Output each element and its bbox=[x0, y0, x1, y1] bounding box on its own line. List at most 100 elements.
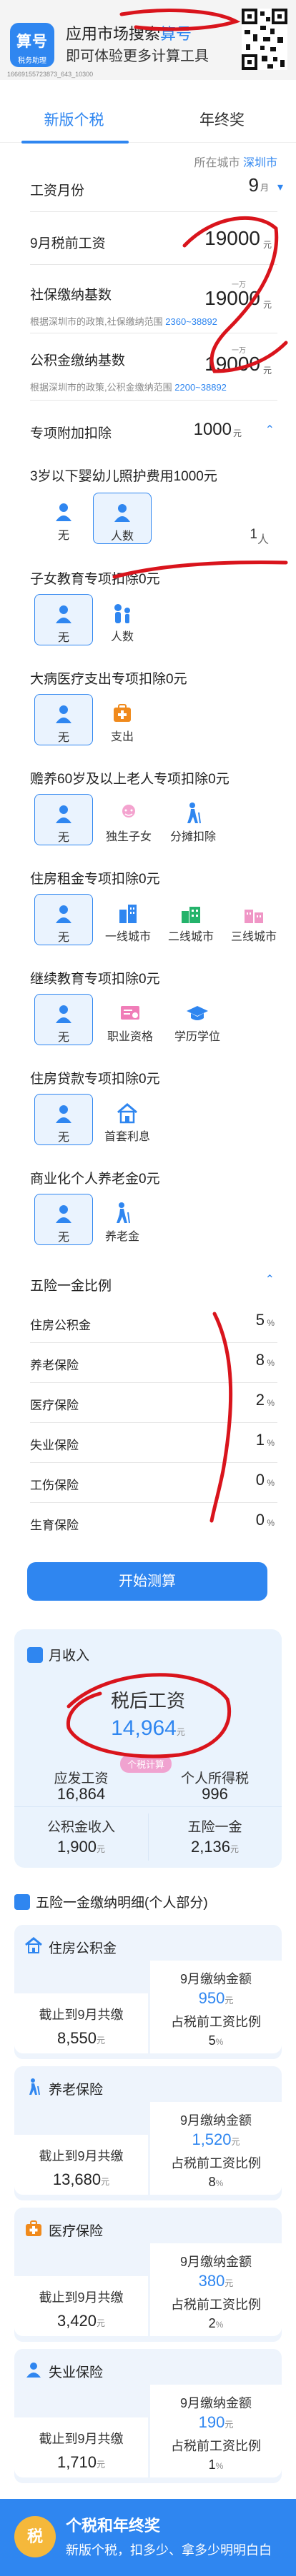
divider bbox=[30, 1502, 277, 1503]
start-calculation-button[interactable]: 开始测算 bbox=[27, 1562, 267, 1601]
gross-pay-label: 应发工资 bbox=[54, 1771, 109, 1786]
ratio-label: 占税前工资比例 bbox=[171, 2298, 261, 2312]
education-option-qualification[interactable]: 职业资格 bbox=[96, 994, 164, 1045]
ad-id-text: 16669155723873_643_10300 bbox=[7, 71, 94, 78]
monthly-amount-label: 9月缴纳金额 bbox=[179, 2113, 252, 2128]
tab-new-tax[interactable]: 新版个税 bbox=[0, 109, 148, 130]
card-title: 住房公积金 bbox=[49, 1941, 117, 1956]
education-option-degree[interactable]: 学历学位 bbox=[163, 994, 232, 1045]
unemployment-insurance-ratio[interactable]: 1 bbox=[256, 1431, 265, 1449]
ad-title: 应用市场搜索算号 bbox=[66, 25, 192, 43]
children-option-count[interactable]: 人数 bbox=[93, 594, 152, 645]
person-icon bbox=[35, 902, 92, 927]
footer-ad-title: 个税和年终奖 bbox=[66, 2517, 161, 2535]
social-base-input[interactable]: 19000 bbox=[204, 287, 260, 310]
cumulative-value: 3,420元 bbox=[56, 2312, 106, 2330]
ratio-value: 1% bbox=[208, 2457, 224, 2472]
ad-banner[interactable]: 算号 税务助理 应用市场搜索算号 即可体验更多计算工具 166691557238… bbox=[0, 0, 296, 80]
children-option-none[interactable]: 无 bbox=[34, 594, 93, 645]
elderly-option-only-child[interactable]: 独生子女 bbox=[94, 794, 163, 845]
cumulative-value: 13,680元 bbox=[52, 2170, 110, 2188]
monthly-amount-label: 9月缴纳金额 bbox=[179, 2255, 252, 2269]
unemployment-insurance-label: 失业保险 bbox=[30, 1439, 79, 1452]
divider bbox=[30, 1342, 277, 1343]
maternity-insurance-ratio[interactable]: 0 bbox=[256, 1511, 265, 1529]
income-tax-label: 个人所得税 bbox=[180, 1771, 249, 1786]
rent-option-none[interactable]: 无 bbox=[34, 894, 93, 945]
monthly-amount-label: 9月缴纳金额 bbox=[179, 1972, 252, 1986]
divider bbox=[30, 1462, 277, 1463]
social-base-label: 社保缴纳基数 bbox=[30, 288, 112, 303]
rent-option-tier3[interactable]: 三线城市 bbox=[222, 894, 286, 945]
after-tax-label: 税后工资 bbox=[110, 1690, 185, 1711]
pension-option-none[interactable]: 无 bbox=[34, 1194, 93, 1245]
elderly-option-none[interactable]: 无 bbox=[34, 794, 93, 845]
house-icon bbox=[93, 1101, 162, 1127]
income-tax-value: 996 bbox=[202, 1785, 228, 1803]
ratio-label: 占税前工资比例 bbox=[171, 2156, 261, 2170]
rent-option-tier1[interactable]: 一线城市 bbox=[96, 894, 160, 945]
fund-base-input[interactable]: 19000 bbox=[204, 353, 260, 376]
divider bbox=[30, 211, 277, 212]
family-icon bbox=[93, 601, 152, 627]
city-selector[interactable]: 所在城市 深圳市 bbox=[194, 153, 277, 170]
loan-option-first-home[interactable]: 首套利息 bbox=[93, 1094, 162, 1145]
chevron-up-icon[interactable]: ⌃ bbox=[265, 423, 275, 437]
education-section-title: 继续教育专项扣除0元 bbox=[30, 972, 160, 987]
monthly-income-heading: 月收入 bbox=[27, 1645, 89, 1664]
unemployment-insurance-unit: % bbox=[267, 1438, 275, 1448]
cumulative-label: 截止到9月共缴 bbox=[39, 2432, 124, 2446]
divider bbox=[14, 1806, 282, 1807]
insurance-total-label: 五险一金 bbox=[187, 1820, 242, 1835]
medical-kit-icon bbox=[93, 701, 152, 727]
chevron-up-icon[interactable]: ⌃ bbox=[265, 1272, 275, 1287]
list-icon bbox=[27, 1647, 43, 1663]
special-deduct-label: 专项附加扣除 bbox=[30, 426, 112, 441]
medical-detail-card: 医疗保险 截止到9月共缴 3,420元 9月缴纳金额 380元 占税前工资比例 … bbox=[14, 2208, 282, 2342]
housing-fund-ratio[interactable]: 5 bbox=[256, 1311, 265, 1329]
cumulative-label: 截止到9月共缴 bbox=[39, 2149, 124, 2163]
person-icon bbox=[35, 1002, 92, 1027]
pension-insurance-ratio[interactable]: 8 bbox=[256, 1351, 265, 1369]
children-section-title: 子女教育专项扣除0元 bbox=[30, 572, 160, 587]
tab-annual-bonus[interactable]: 年终奖 bbox=[148, 109, 296, 130]
elderly-option-shared[interactable]: 分摊扣除 bbox=[159, 794, 227, 845]
list-icon bbox=[14, 1894, 30, 1910]
card-title: 医疗保险 bbox=[49, 2224, 104, 2239]
monthly-amount-value: 380元 bbox=[198, 2272, 234, 2290]
ratio-label: 占税前工资比例 bbox=[171, 2015, 261, 2029]
injury-insurance-label: 工伤保险 bbox=[30, 1479, 79, 1492]
pension-section-title: 商业化个人养老金0元 bbox=[30, 1172, 160, 1187]
illness-option-expense[interactable]: 支出 bbox=[93, 694, 152, 745]
fund-base-label: 公积金缴纳基数 bbox=[30, 353, 126, 368]
special-deduct-value: 1000 bbox=[193, 420, 232, 439]
injury-insurance-ratio[interactable]: 0 bbox=[256, 1471, 265, 1489]
infant-section-title: 3岁以下婴幼儿照护费用1000元 bbox=[30, 469, 217, 484]
pension-detail-card: 养老保险 截止到9月共缴 13,680元 9月缴纳金额 1,520元 占税前工资… bbox=[14, 2066, 282, 2200]
maternity-insurance-label: 生育保险 bbox=[30, 1519, 79, 1532]
pension-option-pension[interactable]: 养老金 bbox=[93, 1194, 152, 1245]
infant-option-none[interactable]: 无 bbox=[34, 493, 93, 544]
rent-option-tier2[interactable]: 二线城市 bbox=[159, 894, 223, 945]
infant-option-count[interactable]: 人数 bbox=[93, 493, 152, 544]
house-icon bbox=[24, 1936, 43, 1955]
rent-section-title: 住房租金专项扣除0元 bbox=[30, 872, 160, 887]
tab-bar: 新版个税 年终奖 bbox=[0, 100, 296, 144]
detail-heading: 五险一金缴纳明细(个人部分) bbox=[14, 1892, 208, 1911]
monthly-amount-value: 190元 bbox=[198, 2413, 234, 2431]
monthly-result-card: 月收入 税后工资 14,964元 个税计算 应发工资 16,864 个人所得税 … bbox=[14, 1629, 282, 1868]
maternity-insurance-unit: % bbox=[267, 1518, 275, 1528]
certificate-icon bbox=[96, 1001, 164, 1027]
infant-count-value[interactable]: 1 bbox=[250, 527, 257, 543]
education-option-none[interactable]: 无 bbox=[34, 994, 93, 1045]
footer-ad-banner[interactable]: 税 个税和年终奖 新版个税，扣多少、拿多少明明白白 bbox=[0, 2499, 296, 2576]
illness-option-none[interactable]: 无 bbox=[34, 694, 93, 745]
cumulative-value: 1,710元 bbox=[56, 2453, 106, 2471]
pre-tax-salary-input[interactable]: 19000 bbox=[204, 227, 260, 250]
medical-insurance-ratio[interactable]: 2 bbox=[256, 1391, 265, 1409]
app-logo-subtext: 税务助理 bbox=[18, 57, 46, 65]
chevron-down-icon[interactable]: ▾ bbox=[277, 180, 283, 194]
footer-ad-subtitle: 新版个税，扣多少、拿多少明明白白 bbox=[66, 2543, 272, 2557]
salary-month-value[interactable]: 9 bbox=[249, 174, 259, 196]
loan-option-none[interactable]: 无 bbox=[34, 1094, 93, 1145]
